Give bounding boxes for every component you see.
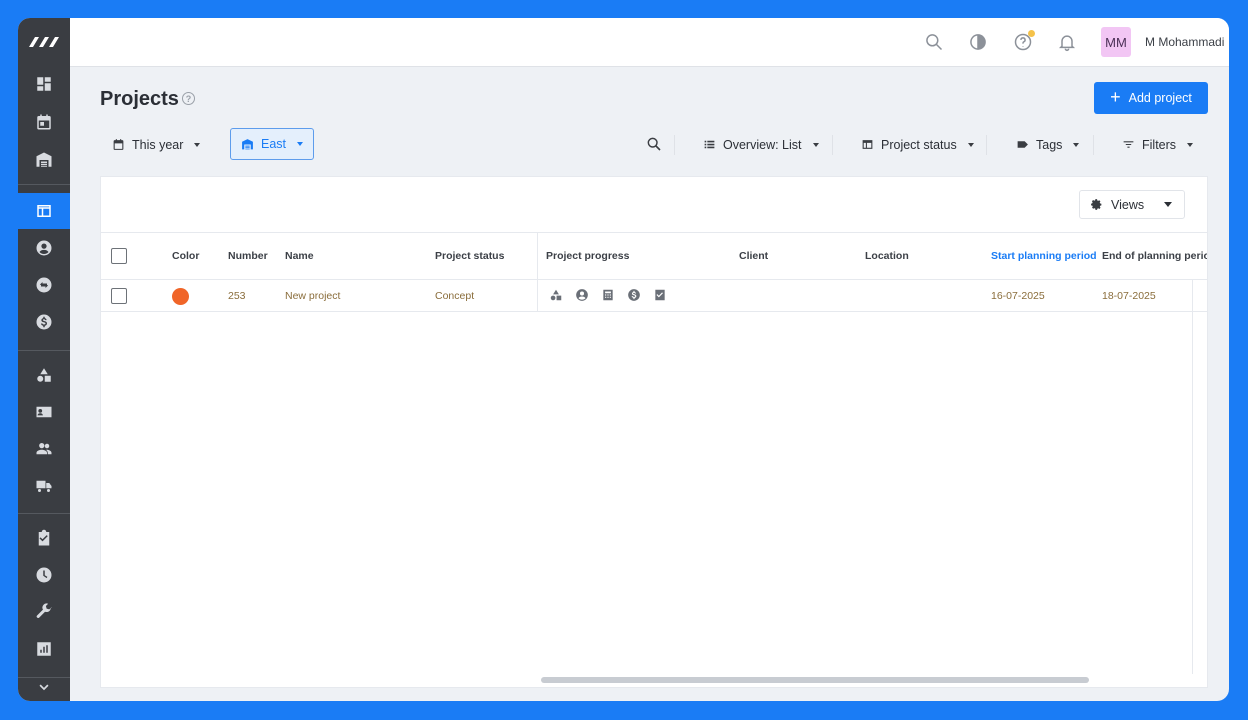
- checklist-icon[interactable]: [653, 288, 667, 302]
- user-name[interactable]: M Mohammadi: [1145, 35, 1224, 49]
- project-color-swatch: [172, 288, 189, 305]
- region-filter-label: East: [261, 137, 287, 151]
- filters-dropdown[interactable]: Filters: [1112, 129, 1204, 160]
- column-start-planning-period[interactable]: Start planning period: [991, 250, 1097, 262]
- calculator-icon[interactable]: [601, 288, 615, 302]
- bell-icon[interactable]: [1056, 31, 1078, 53]
- caret-down-icon: [1187, 142, 1194, 147]
- report-icon[interactable]: [18, 631, 70, 667]
- select-all-checkbox[interactable]: [111, 248, 127, 264]
- notification-dot: [1028, 30, 1035, 37]
- dollar-icon[interactable]: [627, 288, 641, 302]
- dollar-icon[interactable]: [18, 304, 70, 340]
- list-icon: [704, 140, 715, 149]
- filters-label: Filters: [1142, 137, 1177, 152]
- period-filter-label: This year: [132, 137, 184, 152]
- row-checkbox[interactable]: [111, 288, 127, 304]
- project-status-dropdown[interactable]: Project status: [851, 129, 984, 160]
- clock-icon[interactable]: [18, 557, 70, 593]
- tags-label: Tags: [1036, 137, 1063, 152]
- views-label: Views: [1111, 197, 1145, 212]
- projects-table-icon[interactable]: [18, 193, 70, 229]
- overview-dropdown[interactable]: Overview: List: [693, 129, 829, 160]
- plus-icon: +: [1110, 87, 1121, 107]
- table-header: Color Number Name Project status Project…: [101, 232, 1207, 280]
- tags-dropdown[interactable]: Tags: [1006, 129, 1090, 160]
- end-planning-date[interactable]: 18-07-2025: [1102, 290, 1156, 302]
- columns-icon: [862, 140, 873, 149]
- start-planning-date[interactable]: 16-07-2025: [991, 290, 1045, 302]
- column-project-progress[interactable]: Project progress: [546, 250, 629, 262]
- table-row[interactable]: 253 New project Concept 16-07-2025 18-07…: [101, 280, 1207, 312]
- people-icon[interactable]: [18, 431, 70, 467]
- project-number[interactable]: 253: [228, 290, 246, 302]
- column-project-status[interactable]: Project status: [435, 250, 504, 262]
- dashboard-icon[interactable]: [18, 66, 70, 102]
- caret-down-icon: [1164, 202, 1173, 207]
- topbar: MM M Mohammadi: [70, 18, 1229, 67]
- caret-down-icon: [1073, 142, 1080, 147]
- help-icon[interactable]: [1012, 30, 1035, 53]
- project-status[interactable]: Concept: [435, 290, 474, 302]
- project-status-label: Project status: [881, 137, 957, 152]
- caret-down-icon: [194, 142, 201, 147]
- dashboard-gauge-icon[interactable]: [967, 31, 989, 53]
- region-filter[interactable]: East: [230, 128, 315, 160]
- period-filter[interactable]: This year: [102, 129, 211, 160]
- column-location[interactable]: Location: [865, 250, 909, 262]
- projects-panel: Views Color Number Name Project status P…: [100, 176, 1208, 688]
- column-client[interactable]: Client: [739, 250, 768, 262]
- column-end-planning-period[interactable]: End of planning perio: [1102, 250, 1207, 262]
- wrench-icon[interactable]: [18, 594, 70, 630]
- shapes-icon[interactable]: [18, 357, 70, 393]
- checklist-icon[interactable]: [18, 520, 70, 556]
- user-circle-icon[interactable]: [18, 230, 70, 266]
- views-dropdown[interactable]: Views: [1079, 190, 1185, 219]
- add-project-label: Add project: [1128, 91, 1192, 105]
- project-name[interactable]: New project: [285, 290, 340, 302]
- overview-label: Overview: List: [723, 137, 802, 152]
- contact-card-icon[interactable]: [18, 394, 70, 430]
- sync-icon[interactable]: [18, 267, 70, 303]
- add-project-button[interactable]: + Add project: [1094, 82, 1208, 114]
- warehouse-icon[interactable]: [18, 142, 70, 178]
- app-window: MM M Mohammadi Projects ? + Add project …: [18, 18, 1229, 701]
- tag-icon: [1017, 141, 1028, 148]
- search-icon[interactable]: [646, 136, 662, 152]
- user-circle-icon[interactable]: [575, 288, 589, 302]
- calendar-icon[interactable]: [18, 104, 70, 140]
- chevron-down-icon[interactable]: [18, 670, 70, 701]
- column-color[interactable]: Color: [172, 250, 199, 262]
- column-number[interactable]: Number: [228, 250, 268, 262]
- warehouse-icon: [242, 138, 253, 149]
- caret-down-icon: [297, 142, 304, 146]
- truck-icon[interactable]: [18, 468, 70, 504]
- horizontal-scrollbar[interactable]: [541, 677, 1089, 683]
- page-title: Projects: [100, 88, 179, 110]
- sidebar: [18, 18, 70, 701]
- caret-down-icon: [812, 142, 819, 147]
- gear-icon: [1091, 199, 1102, 210]
- shapes-icon[interactable]: [549, 288, 563, 302]
- avatar[interactable]: MM: [1101, 27, 1131, 57]
- column-name[interactable]: Name: [285, 250, 314, 262]
- filter-icon: [1123, 141, 1134, 148]
- question-circle-icon[interactable]: ?: [182, 92, 195, 105]
- app-logo[interactable]: [18, 18, 70, 66]
- project-progress-icons: [549, 288, 667, 302]
- calendar-icon: [113, 139, 124, 150]
- search-icon[interactable]: [923, 31, 945, 53]
- caret-down-icon: [967, 142, 974, 147]
